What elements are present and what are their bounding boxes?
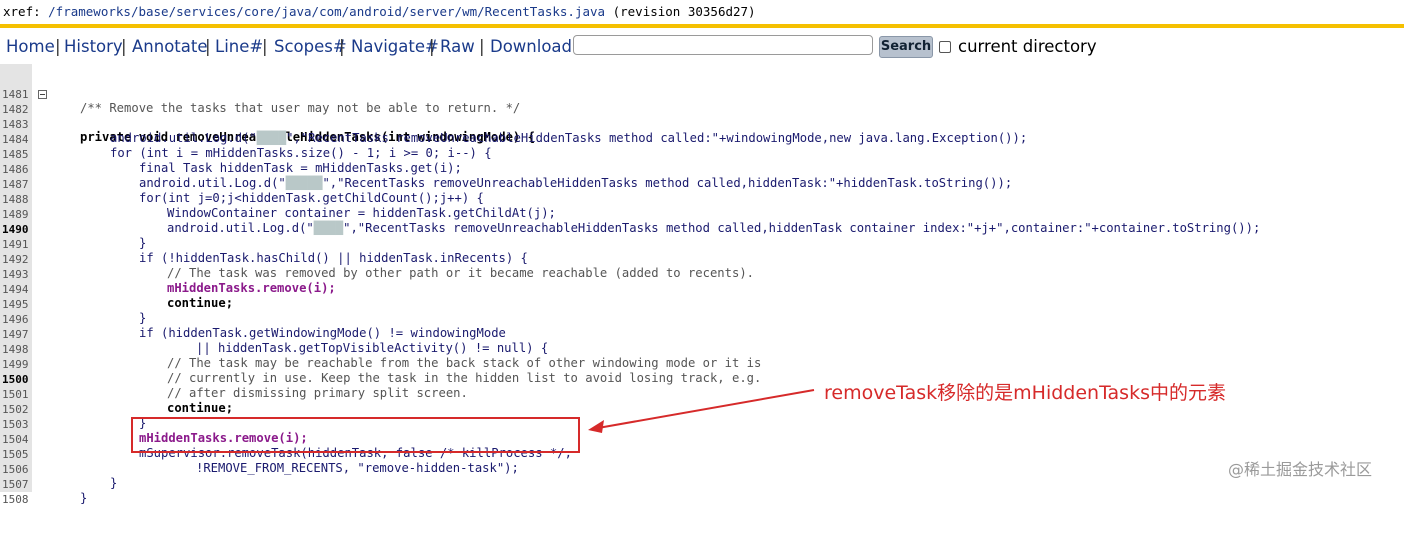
redacted-tag: █████ bbox=[285, 176, 323, 190]
code-text: // The task may be reachable from the ba… bbox=[167, 356, 762, 370]
highlight-box bbox=[131, 417, 580, 453]
nav-sep: | bbox=[262, 37, 268, 56]
nav-sep: | bbox=[479, 37, 485, 56]
xref-header: xref: /frameworks/base/services/core/jav… bbox=[0, 0, 1404, 24]
code-text: if (!hiddenTask.hasChild() || hiddenTask… bbox=[139, 251, 528, 265]
code-line: 1492 // The task was removed by other pa… bbox=[0, 238, 754, 280]
nav-sep: | bbox=[205, 37, 211, 56]
code-line: 1498 // The task may be reachable from t… bbox=[0, 328, 761, 370]
xref-prefix: xref: bbox=[3, 4, 49, 19]
code-line: 1487 for(int j=0;j<hiddenTask.getChildCo… bbox=[0, 163, 484, 205]
search-button[interactable]: Search bbox=[879, 36, 933, 58]
watermark: @稀土掘金技术社区 bbox=[1228, 460, 1373, 479]
xref-revision: (revision 30356d27) bbox=[605, 4, 756, 19]
code-line: 1494 continue; bbox=[0, 268, 233, 310]
nav-sep: | bbox=[121, 37, 127, 56]
code-text: } bbox=[80, 491, 88, 505]
code-text: continue; bbox=[167, 296, 234, 310]
code-line: 1505 !REMOVE_FROM_RECENTS, "remove-hidde… bbox=[0, 433, 519, 475]
code-text: // after dismissing primary split screen… bbox=[167, 386, 468, 400]
code-text: !REMOVE_FROM_RECENTS, "remove-hidden-tas… bbox=[196, 461, 519, 475]
code-line: 1485 final Task hiddenTask = mHiddenTask… bbox=[0, 133, 462, 175]
code-line: 1503 mHiddenTasks.remove(i); bbox=[0, 403, 308, 445]
code-text: // currently in use. Keep the task in th… bbox=[167, 371, 762, 385]
code-line: 1481 /** Remove the tasks that user may … bbox=[0, 73, 520, 115]
code-text: } bbox=[139, 311, 147, 325]
code-line: 1484 for (int i = mHiddenTasks.size() - … bbox=[0, 118, 492, 160]
redacted-tag: ████ bbox=[256, 131, 287, 145]
code-line: 1496 if (hiddenTask.getWindowingMode() !… bbox=[0, 298, 506, 340]
code-line: 1489 android.util.Log.d("████","RecentTa… bbox=[0, 193, 1260, 235]
code-line: 1499 // currently in use. Keep the task … bbox=[0, 343, 761, 385]
code-text: mHiddenTasks.remove(i); bbox=[167, 281, 336, 295]
code-text: ","RecentTasks removeUnreachableHiddenTa… bbox=[322, 176, 1013, 190]
code-line: 1482 private void removeUnreachableHidde… bbox=[0, 88, 535, 144]
code-line: 1504 mSupervisor.removeTask(hiddenTask, … bbox=[0, 418, 572, 460]
code-text: for(int j=0;j<hiddenTask.getChildCount()… bbox=[139, 191, 484, 205]
code-text: android.util.Log.d(" bbox=[139, 176, 286, 190]
nav-sep: | bbox=[429, 37, 435, 56]
code-line: 1491 if (!hiddenTask.hasChild() || hidde… bbox=[0, 223, 528, 265]
annotation-text: removeTask移除的是mHiddenTasks中的元素 bbox=[824, 382, 1226, 404]
code-text: if (hiddenTask.getWindowingMode() != win… bbox=[139, 326, 506, 340]
code-line: 1502 } bbox=[0, 388, 146, 430]
nav-line[interactable]: Line# bbox=[215, 37, 263, 56]
code-line: 1501 continue; bbox=[0, 373, 233, 415]
code-text: // The task was removed by other path or… bbox=[167, 266, 754, 280]
code-line: 1483 android.util.Log.d("████","RecentTa… bbox=[0, 103, 1027, 145]
code-text: } bbox=[139, 236, 147, 250]
code-text: ","RecentTasks removeUnreachableHiddenTa… bbox=[286, 131, 1028, 145]
fold-toggle-icon[interactable] bbox=[38, 90, 47, 99]
code-text: final Task hiddenTask = mHiddenTasks.get… bbox=[139, 161, 462, 175]
code-text: for (int i = mHiddenTasks.size() - 1; i … bbox=[110, 146, 492, 160]
code-line: 1507 } bbox=[0, 463, 87, 505]
search-input[interactable] bbox=[573, 35, 873, 55]
code-text: WindowContainer container = hiddenTask.g… bbox=[167, 206, 556, 220]
nav-raw[interactable]: Raw bbox=[440, 37, 475, 56]
code-line: 1490 } bbox=[0, 208, 146, 250]
nav-home[interactable]: Home bbox=[6, 37, 55, 56]
nav-history[interactable]: History bbox=[64, 37, 123, 56]
code-text: } bbox=[110, 476, 118, 490]
xref-path[interactable]: /frameworks/base/services/core/java/com/… bbox=[48, 4, 605, 19]
redacted-tag: ████ bbox=[313, 221, 344, 235]
current-directory-checkbox[interactable] bbox=[939, 41, 951, 53]
nav-annotate[interactable]: Annotate bbox=[132, 37, 208, 56]
nav-sep: | bbox=[339, 37, 345, 56]
code-text: android.util.Log.d(" bbox=[167, 221, 314, 235]
code-line: 1506 } bbox=[0, 448, 117, 490]
code-line: 1497 || hiddenTask.getTopVisibleActivity… bbox=[0, 313, 548, 355]
current-directory-label: current directory bbox=[958, 37, 1097, 56]
code-line: 1488 WindowContainer container = hiddenT… bbox=[0, 178, 556, 220]
code-line: 1508 bbox=[0, 478, 29, 506]
code-text: ","RecentTasks removeUnreachableHiddenTa… bbox=[343, 221, 1261, 235]
code-text: continue; bbox=[167, 401, 234, 415]
code-text: || hiddenTask.getTopVisibleActivity() !=… bbox=[196, 341, 549, 355]
code-text: android.util.Log.d(" bbox=[110, 131, 257, 145]
accent-bar bbox=[0, 24, 1404, 28]
nav-download[interactable]: Download bbox=[490, 37, 572, 56]
code-line: 1495 } bbox=[0, 283, 146, 325]
nav-sep: | bbox=[55, 37, 61, 56]
code-line: 1486 android.util.Log.d("█████","RecentT… bbox=[0, 148, 1012, 190]
code-line: 1500 // after dismissing primary split s… bbox=[0, 358, 468, 400]
code-text: /** Remove the tasks that user may not b… bbox=[80, 101, 521, 115]
line-number[interactable]: 1508 bbox=[0, 492, 32, 507]
code-line: 1493 mHiddenTasks.remove(i); bbox=[0, 253, 336, 295]
